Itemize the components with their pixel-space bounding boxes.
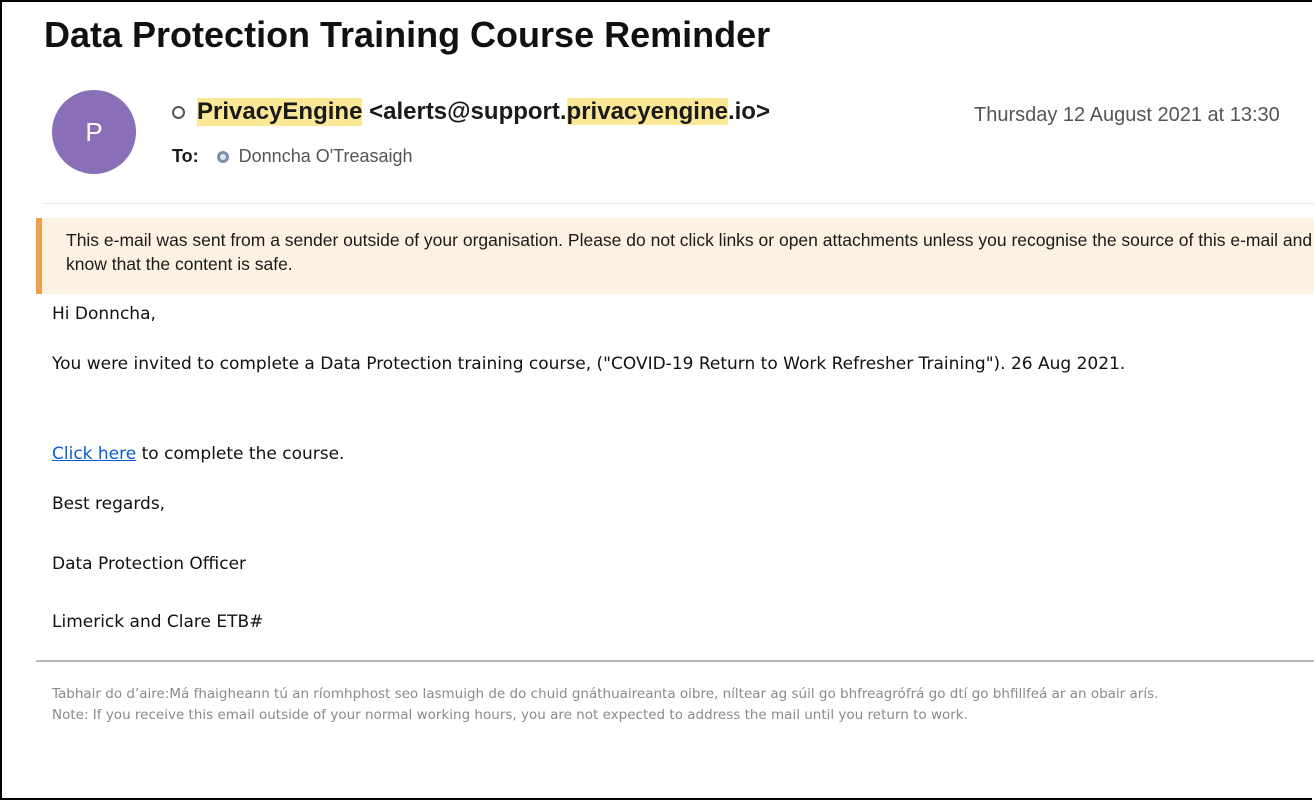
header-divider xyxy=(44,203,1314,204)
warning-text: This e-mail was sent from a sender outsi… xyxy=(66,230,1313,274)
sender-name[interactable]: PrivacyEngine xyxy=(197,98,363,126)
recipient-name[interactable]: Donncha O'Treasaigh xyxy=(239,146,413,167)
email-footer: Tabhair do d’aire:Má fhaigheann tú an rí… xyxy=(52,684,1302,726)
sender-email-domain: privacyengine xyxy=(566,98,728,125)
recipient-line: To: Donncha O'Treasaigh xyxy=(172,146,413,167)
footer-divider xyxy=(36,660,1314,662)
sender-line[interactable]: PrivacyEngine <alerts@support.privacyeng… xyxy=(172,98,770,126)
course-link[interactable]: Click here xyxy=(52,444,136,464)
course-link-suffix: to complete the course. xyxy=(136,444,345,464)
signature-title: Data Protection Officer xyxy=(52,554,247,574)
email-date: Thursday 12 August 2021 at 13:30 xyxy=(974,104,1280,126)
invitation-text: You were invited to complete a Data Prot… xyxy=(52,354,1126,374)
to-label: To: xyxy=(172,146,199,166)
signature-org: Limerick and Clare ETB# xyxy=(52,612,264,632)
avatar-initial: P xyxy=(85,116,103,147)
sender-address-group[interactable]: <alerts@support.privacyengine.io> xyxy=(362,98,770,126)
english-notice: Note: If you receive this email outside … xyxy=(52,707,968,723)
course-link-paragraph: Click here to complete the course. xyxy=(52,441,344,468)
external-sender-warning: This e-mail was sent from a sender outsi… xyxy=(36,218,1314,294)
sender-status-icon xyxy=(172,105,185,119)
greeting: Hi Donncha, xyxy=(52,304,156,324)
sender-email-prefix: <alerts@support. xyxy=(369,98,567,125)
irish-notice: Tabhair do d’aire:Má fhaigheann tú an rí… xyxy=(52,686,1159,702)
recipient-status-icon xyxy=(216,150,229,163)
sender-avatar[interactable]: P xyxy=(52,90,136,174)
sender-email-suffix: .io> xyxy=(727,98,770,125)
closing: Best regards, xyxy=(52,494,166,514)
email-subject: Data Protection Training Course Reminder xyxy=(44,14,771,55)
